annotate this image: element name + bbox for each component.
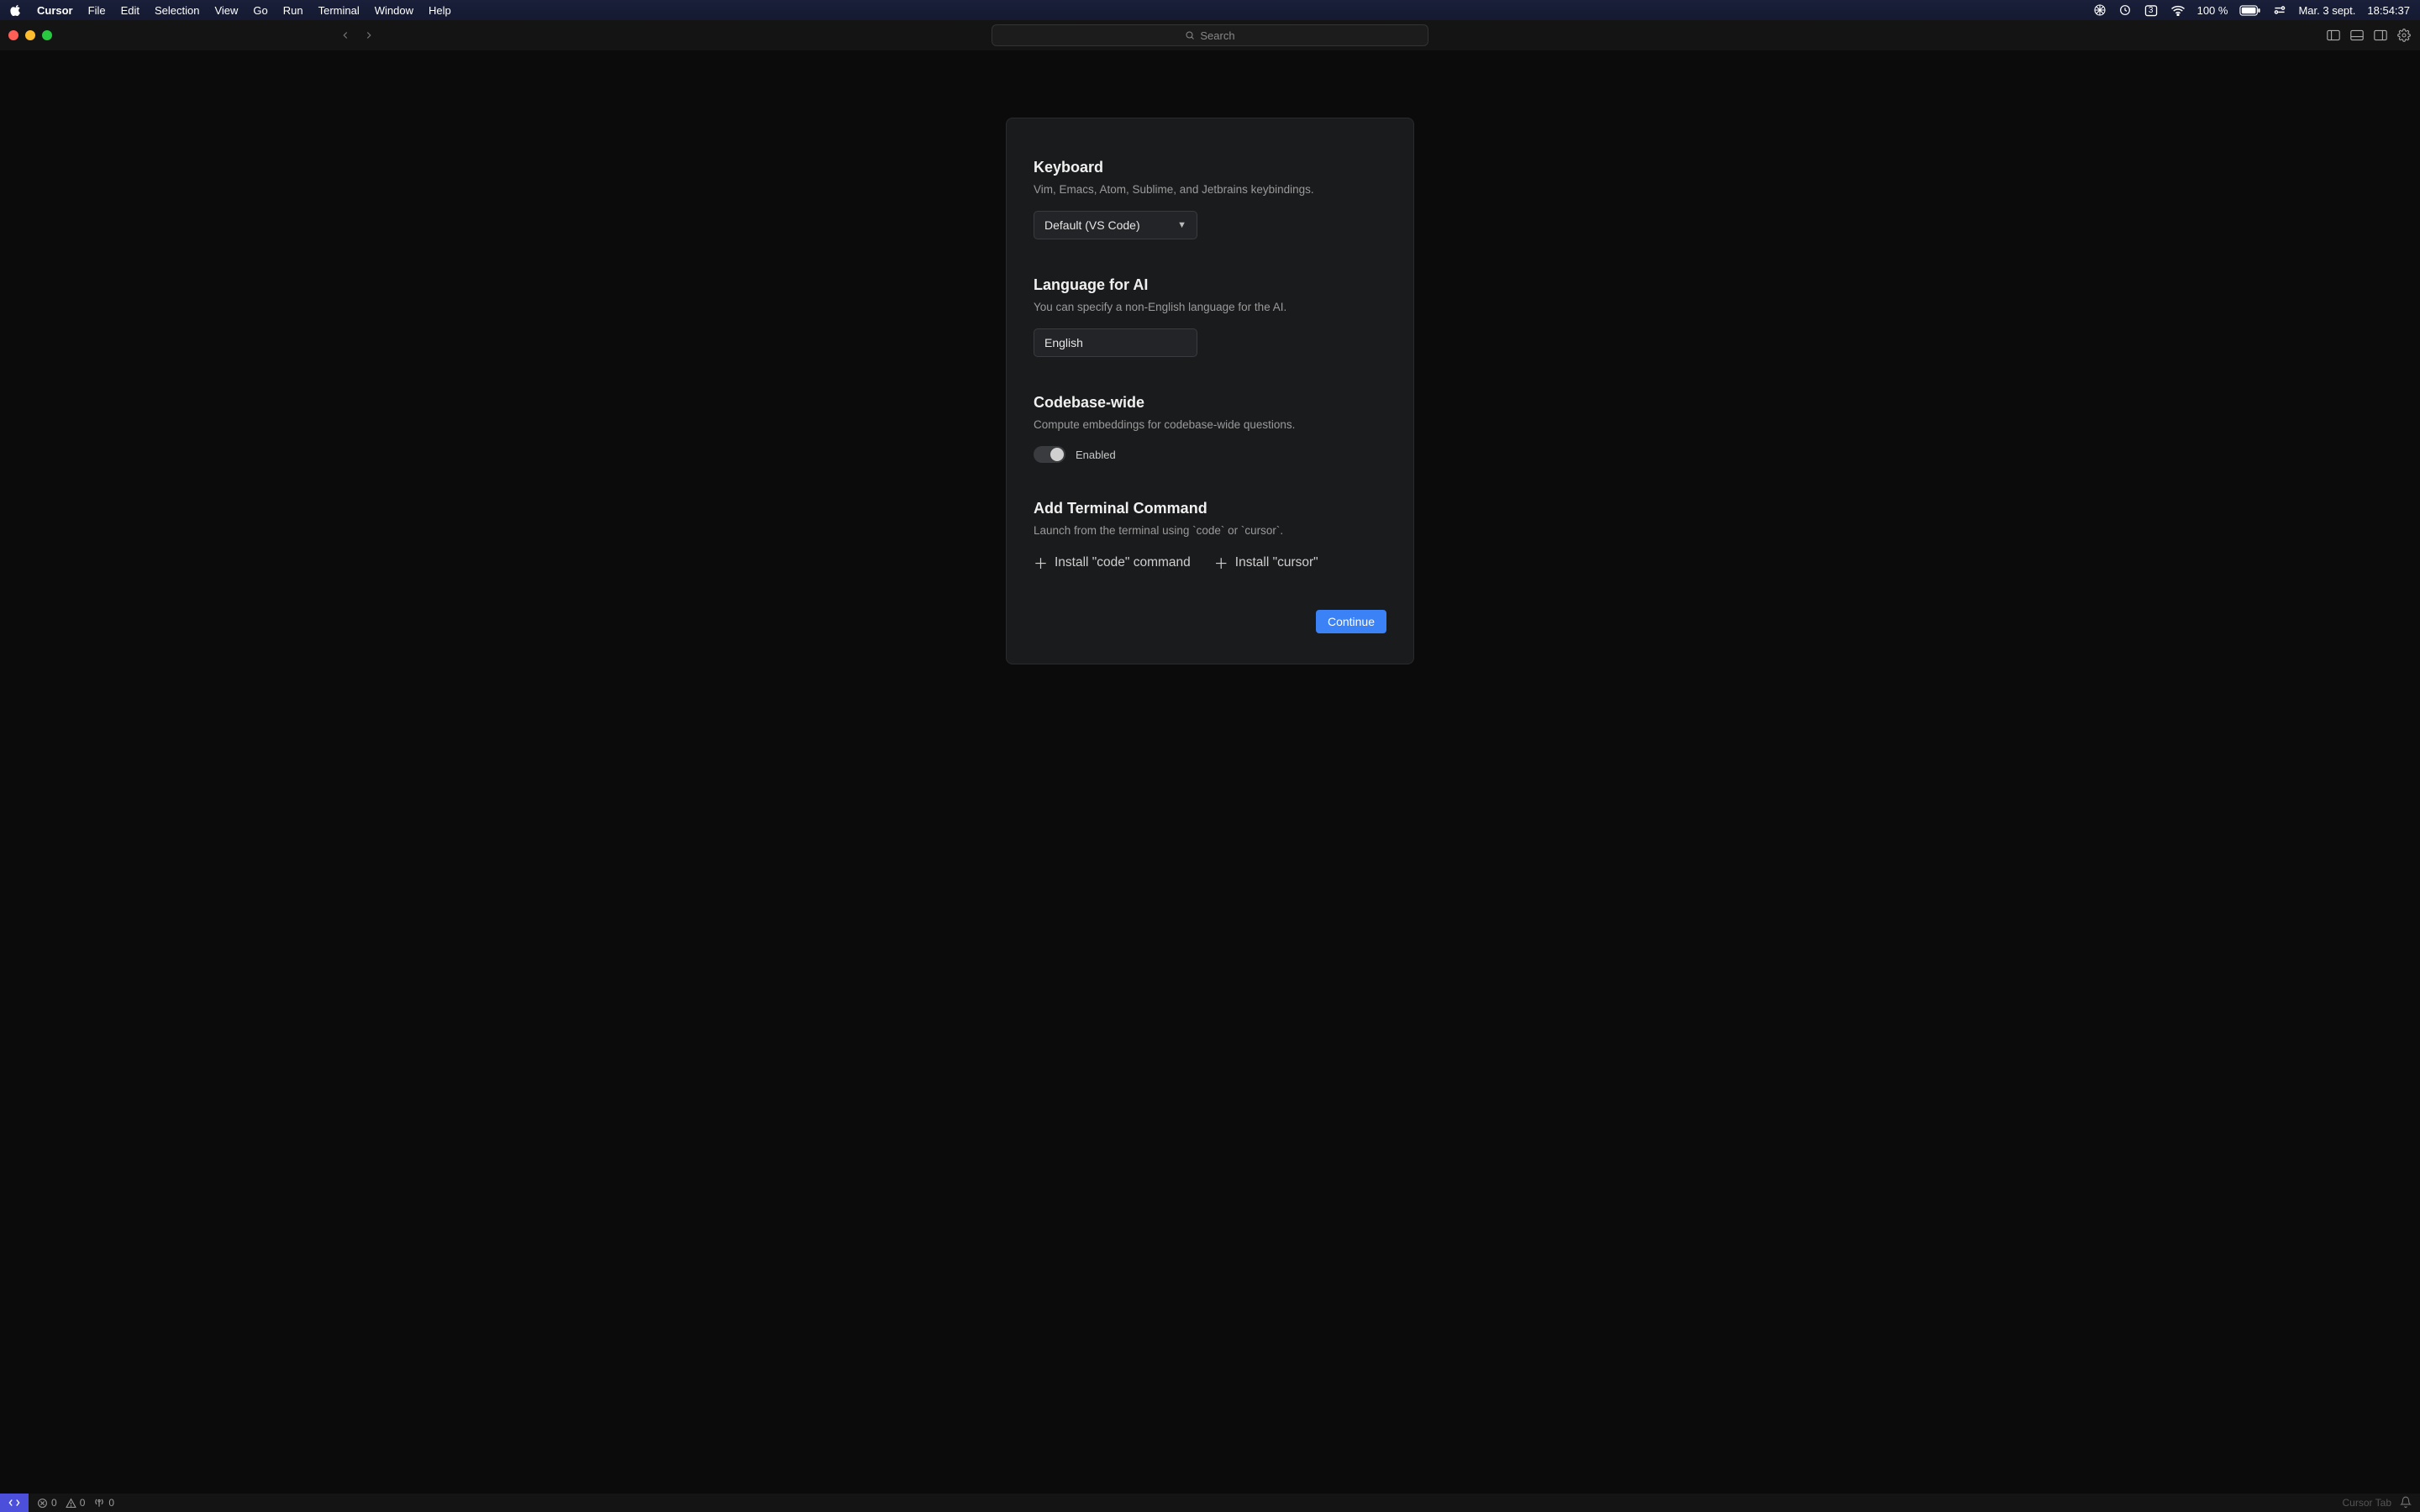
language-title: Language for AI	[1034, 276, 1386, 294]
error-icon	[37, 1498, 48, 1509]
menu-view[interactable]: View	[214, 4, 238, 17]
status-bar: 0 0 0 Cursor Tab	[0, 1494, 2420, 1512]
menubar-date[interactable]: Mar. 3 sept.	[2298, 4, 2355, 17]
install-code-button[interactable]: ＋ Install "code" command	[1034, 552, 1191, 573]
keyboard-desc: Vim, Emacs, Atom, Sublime, and Jetbrains…	[1034, 183, 1386, 196]
window-zoom-button[interactable]	[42, 30, 52, 40]
warning-icon	[66, 1498, 76, 1509]
install-cursor-button[interactable]: ＋ Install "cursor"	[1214, 552, 1318, 573]
cursor-tab-hint[interactable]: Cursor Tab	[2343, 1497, 2391, 1509]
menu-app[interactable]: Cursor	[37, 4, 73, 17]
search-icon	[1185, 30, 1195, 40]
nav-back-button[interactable]	[336, 26, 355, 45]
install-code-label: Install "code" command	[1055, 555, 1191, 570]
toggle-secondary-sidebar-icon[interactable]	[2373, 28, 2388, 43]
keyboard-title: Keyboard	[1034, 159, 1386, 176]
menu-edit[interactable]: Edit	[121, 4, 139, 17]
problems-warnings[interactable]: 0	[66, 1497, 86, 1509]
timemachine-icon[interactable]	[2118, 3, 2132, 17]
section-language: Language for AI You can specify a non-En…	[1034, 276, 1386, 357]
section-terminal: Add Terminal Command Launch from the ter…	[1034, 500, 1386, 573]
terminal-title: Add Terminal Command	[1034, 500, 1386, 517]
continue-button[interactable]: Continue	[1316, 610, 1386, 633]
codebase-title: Codebase-wide	[1034, 394, 1386, 412]
toggle-panel-icon[interactable]	[2349, 28, 2365, 43]
toggle-knob	[1050, 448, 1064, 461]
menu-file[interactable]: File	[88, 4, 106, 17]
keyboard-select-value: Default (VS Code)	[1044, 218, 1140, 232]
codebase-toggle-label: Enabled	[1076, 449, 1116, 461]
nav-forward-button[interactable]	[360, 26, 378, 45]
macos-menubar: Cursor File Edit Selection View Go Run T…	[0, 0, 2420, 20]
calendar-day: 3	[2144, 6, 2159, 15]
terminal-desc: Launch from the terminal using `code` or…	[1034, 524, 1386, 537]
errors-count: 0	[51, 1497, 57, 1509]
menu-selection[interactable]: Selection	[155, 4, 199, 17]
install-cursor-label: Install "cursor"	[1235, 555, 1318, 570]
battery-icon[interactable]	[2239, 5, 2261, 16]
toggle-primary-sidebar-icon[interactable]	[2326, 28, 2341, 43]
menu-window[interactable]: Window	[375, 4, 413, 17]
menu-help[interactable]: Help	[429, 4, 451, 17]
menubar-time[interactable]: 18:54:37	[2367, 4, 2410, 17]
section-codebase: Codebase-wide Compute embeddings for cod…	[1034, 394, 1386, 463]
command-center-search[interactable]: Search	[992, 24, 1428, 46]
menu-run[interactable]: Run	[283, 4, 303, 17]
ports-indicator[interactable]: 0	[93, 1497, 114, 1509]
control-center-icon[interactable]	[2273, 4, 2286, 16]
openai-icon[interactable]	[2093, 3, 2107, 17]
wifi-icon[interactable]	[2170, 4, 2186, 16]
menu-go[interactable]: Go	[253, 4, 267, 17]
app-window: Search Keyboard Vim, Emacs, Atom, Subli	[0, 20, 2420, 1512]
window-titlebar: Search	[0, 20, 2420, 50]
language-desc: You can specify a non-English language f…	[1034, 301, 1386, 313]
editor-area: Keyboard Vim, Emacs, Atom, Sublime, and …	[0, 50, 2420, 1494]
warnings-count: 0	[80, 1497, 86, 1509]
plus-icon: ＋	[1034, 552, 1048, 573]
window-close-button[interactable]	[8, 30, 18, 40]
remote-indicator[interactable]	[0, 1494, 29, 1512]
menu-terminal[interactable]: Terminal	[318, 4, 360, 17]
calendar-icon[interactable]: 3	[2144, 3, 2159, 17]
plus-icon: ＋	[1214, 552, 1228, 573]
problems-errors[interactable]: 0	[37, 1497, 57, 1509]
language-input-wrapper	[1034, 328, 1197, 357]
section-keyboard: Keyboard Vim, Emacs, Atom, Sublime, and …	[1034, 159, 1386, 239]
apple-icon[interactable]	[10, 4, 22, 16]
ports-count: 0	[108, 1497, 114, 1509]
battery-percent: 100 %	[2197, 4, 2228, 17]
codebase-toggle[interactable]	[1034, 446, 1065, 463]
chevron-down-icon: ▼	[1177, 220, 1186, 230]
codebase-desc: Compute embeddings for codebase-wide que…	[1034, 418, 1386, 431]
antenna-icon	[93, 1498, 105, 1508]
keyboard-select[interactable]: Default (VS Code) ▼	[1034, 211, 1197, 239]
notifications-icon[interactable]	[2400, 1496, 2412, 1510]
language-input[interactable]	[1044, 336, 1186, 349]
settings-gear-icon[interactable]	[2396, 28, 2412, 43]
window-controls	[8, 30, 52, 40]
nav-arrows	[336, 26, 378, 45]
search-placeholder: Search	[1200, 29, 1234, 42]
setup-card: Keyboard Vim, Emacs, Atom, Sublime, and …	[1006, 118, 1414, 664]
window-minimize-button[interactable]	[25, 30, 35, 40]
